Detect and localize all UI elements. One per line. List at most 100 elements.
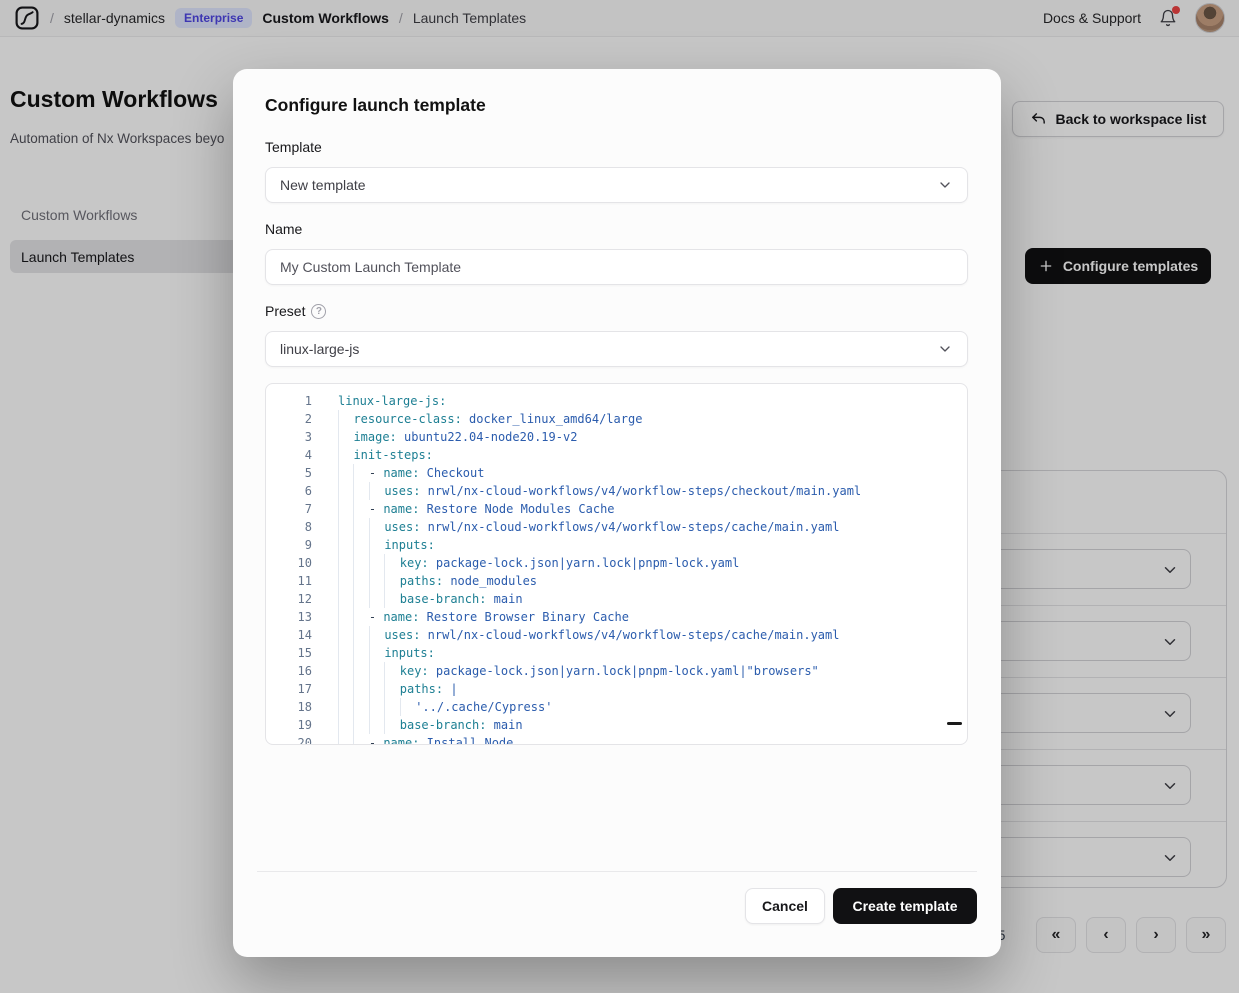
code-line: 11paths: node_modules	[282, 572, 967, 590]
line-number: 18	[282, 698, 312, 716]
line-number: 17	[282, 680, 312, 698]
code-line: 13- name: Restore Browser Binary Cache	[282, 608, 967, 626]
indent-guide	[353, 626, 368, 644]
cancel-button[interactable]: Cancel	[745, 888, 825, 924]
indent-guide	[353, 590, 368, 608]
code-line: 10key: package-lock.json|yarn.lock|pnpm-…	[282, 554, 967, 572]
indent-guide	[369, 572, 384, 590]
indent-guide	[353, 680, 368, 698]
code-line: 3image: ubuntu22.04-node20.19-v2	[282, 428, 967, 446]
code-line: 4init-steps:	[282, 446, 967, 464]
indent-guide	[353, 608, 368, 626]
line-number: 6	[282, 482, 312, 500]
indent-guide	[338, 662, 353, 680]
chevron-down-icon	[937, 177, 953, 193]
indent-guide	[338, 428, 353, 446]
code-line: 17paths: |	[282, 680, 967, 698]
indent-guide	[338, 608, 353, 626]
indent-guide	[338, 680, 353, 698]
indent-guide	[369, 590, 384, 608]
indent-guide	[369, 536, 384, 554]
indent-guide	[353, 518, 368, 536]
indent-guide	[338, 446, 353, 464]
preset-select-value: linux-large-js	[280, 341, 359, 357]
indent-guide	[369, 662, 384, 680]
indent-guide	[338, 518, 353, 536]
code-line: 12base-branch: main	[282, 590, 967, 608]
indent-guide	[384, 590, 399, 608]
indent-guide	[353, 464, 368, 482]
code-line: 7- name: Restore Node Modules Cache	[282, 500, 967, 518]
line-number: 15	[282, 644, 312, 662]
indent-guide	[400, 698, 415, 716]
indent-guide	[338, 644, 353, 662]
indent-guide	[338, 626, 353, 644]
indent-guide	[353, 734, 368, 745]
name-input[interactable]	[265, 249, 968, 285]
indent-guide	[369, 716, 384, 734]
indent-guide	[338, 482, 353, 500]
indent-guide	[338, 734, 353, 745]
indent-guide	[353, 500, 368, 518]
indent-guide	[353, 698, 368, 716]
line-number: 5	[282, 464, 312, 482]
configure-launch-template-modal: Configure launch template Template New t…	[233, 69, 1001, 957]
editor-scrollbar-thumb[interactable]	[947, 722, 962, 725]
line-number: 12	[282, 590, 312, 608]
indent-guide	[384, 572, 399, 590]
indent-guide	[353, 536, 368, 554]
line-number: 14	[282, 626, 312, 644]
preset-select[interactable]: linux-large-js	[265, 331, 968, 367]
indent-guide	[384, 698, 399, 716]
code-editor-lines: 1linux-large-js:2resource-class: docker_…	[282, 392, 967, 745]
indent-guide	[353, 572, 368, 590]
code-line: 18'../.cache/Cypress'	[282, 698, 967, 716]
yaml-code-editor[interactable]: 1linux-large-js:2resource-class: docker_…	[265, 383, 968, 745]
indent-guide	[369, 698, 384, 716]
indent-guide	[338, 590, 353, 608]
help-icon[interactable]: ?	[311, 304, 326, 319]
template-field-label: Template	[265, 139, 322, 155]
code-line: 2resource-class: docker_linux_amd64/larg…	[282, 410, 967, 428]
preset-field-label: Preset ?	[265, 303, 326, 319]
indent-guide	[338, 698, 353, 716]
code-line: 9inputs:	[282, 536, 967, 554]
line-number: 1	[282, 392, 312, 410]
name-field-label: Name	[265, 221, 302, 237]
code-line: 8uses: nrwl/nx-cloud-workflows/v4/workfl…	[282, 518, 967, 536]
code-line: 6uses: nrwl/nx-cloud-workflows/v4/workfl…	[282, 482, 967, 500]
template-select-value: New template	[280, 177, 366, 193]
code-line: 15inputs:	[282, 644, 967, 662]
indent-guide	[384, 554, 399, 572]
preset-label-text: Preset	[265, 303, 305, 319]
code-line: 20- name: Install Node	[282, 734, 967, 745]
indent-guide	[338, 410, 353, 428]
indent-guide	[338, 464, 353, 482]
line-number: 9	[282, 536, 312, 554]
line-number: 10	[282, 554, 312, 572]
indent-guide	[384, 716, 399, 734]
indent-guide	[384, 662, 399, 680]
template-select[interactable]: New template	[265, 167, 968, 203]
indent-guide	[338, 536, 353, 554]
line-number: 11	[282, 572, 312, 590]
line-number: 4	[282, 446, 312, 464]
indent-guide	[338, 500, 353, 518]
line-number: 16	[282, 662, 312, 680]
indent-guide	[369, 518, 384, 536]
line-number: 2	[282, 410, 312, 428]
code-line: 14uses: nrwl/nx-cloud-workflows/v4/workf…	[282, 626, 967, 644]
indent-guide	[369, 644, 384, 662]
line-number: 7	[282, 500, 312, 518]
indent-guide	[369, 626, 384, 644]
code-line: 16key: package-lock.json|yarn.lock|pnpm-…	[282, 662, 967, 680]
indent-guide	[353, 716, 368, 734]
indent-guide	[338, 716, 353, 734]
indent-guide	[384, 680, 399, 698]
create-template-button[interactable]: Create template	[833, 888, 977, 924]
chevron-down-icon	[937, 341, 953, 357]
indent-guide	[369, 680, 384, 698]
indent-guide	[353, 662, 368, 680]
indent-guide	[353, 482, 368, 500]
indent-guide	[353, 554, 368, 572]
